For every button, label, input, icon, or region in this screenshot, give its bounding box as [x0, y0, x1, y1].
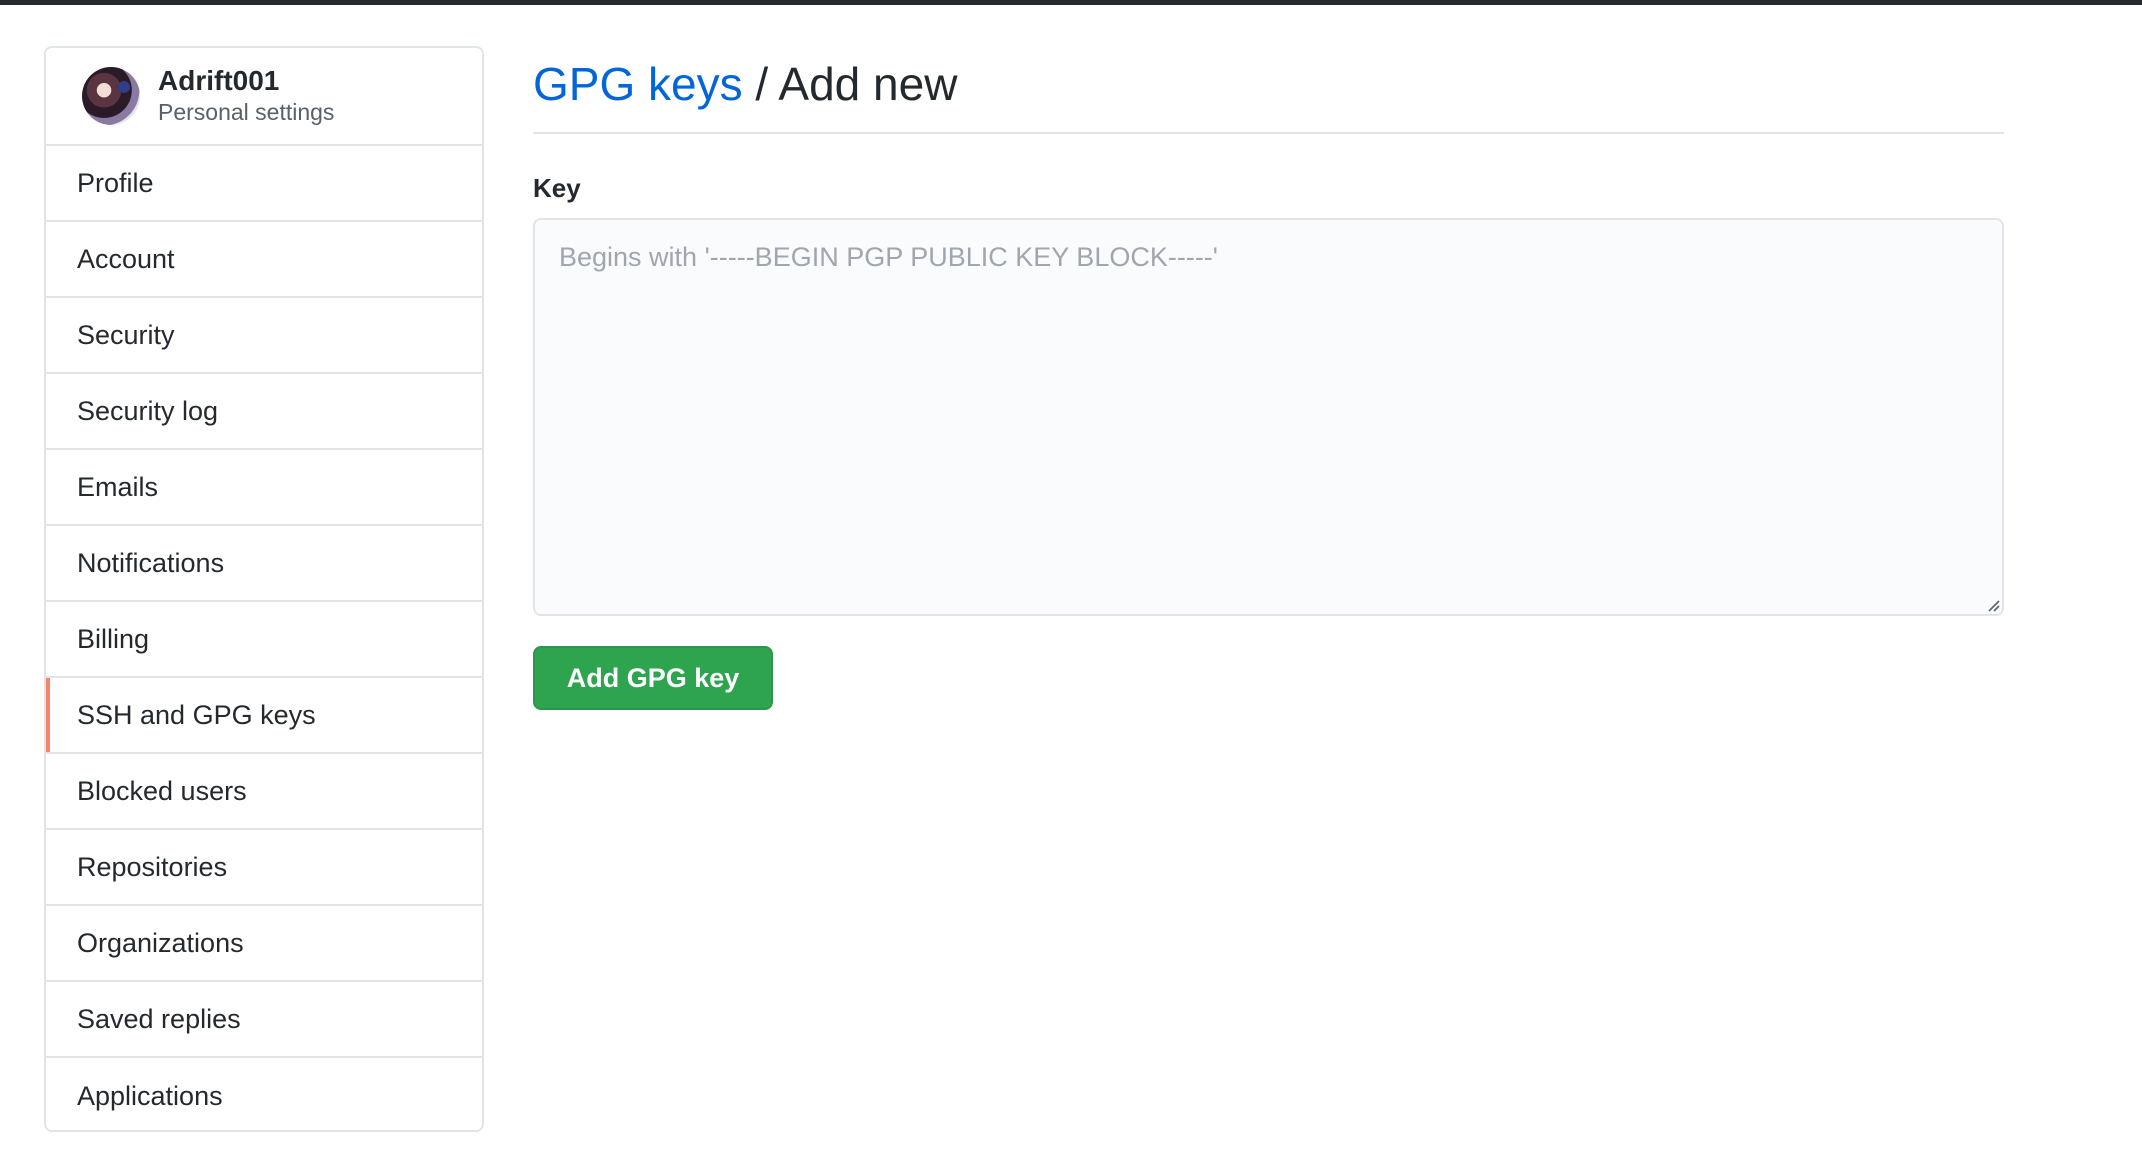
sidebar-user-header: Adrift001 Personal settings [46, 48, 482, 146]
sidebar-nav-list: Profile Account Security Security log Emails… [46, 146, 482, 1130]
sidebar-item-notifications[interactable]: Notifications [46, 526, 482, 602]
key-field-wrapper [533, 218, 2004, 616]
sidebar-item-emails[interactable]: Emails [46, 450, 482, 526]
breadcrumb-separator: / [742, 58, 779, 110]
resize-handle-icon[interactable] [1986, 598, 2000, 612]
user-info: Adrift001 Personal settings [158, 65, 334, 127]
sidebar-item-security[interactable]: Security [46, 298, 482, 374]
personal-settings-label: Personal settings [158, 99, 335, 125]
sidebar-item-organizations[interactable]: Organizations [46, 906, 482, 982]
sidebar-item-ssh-and-gpg-keys[interactable]: SSH and GPG keys [46, 678, 482, 754]
sidebar-item-repositories[interactable]: Repositories [46, 830, 482, 906]
sidebar-item-billing[interactable]: Billing [46, 602, 482, 678]
page-title: GPG keys / Add new [533, 46, 2004, 134]
username[interactable]: Adrift001 [158, 65, 334, 97]
main-content: GPG keys / Add new Key Add GPG key [533, 46, 2004, 710]
key-field-label: Key [533, 173, 581, 203]
sidebar-item-saved-replies[interactable]: Saved replies [46, 982, 482, 1058]
user-avatar[interactable] [82, 67, 140, 125]
top-header-bar [0, 0, 2142, 5]
key-textarea[interactable] [533, 218, 2004, 616]
sidebar-item-profile[interactable]: Profile [46, 146, 482, 222]
settings-sidebar: Adrift001 Personal settings Profile Accou… [44, 46, 484, 1132]
sidebar-item-blocked-users[interactable]: Blocked users [46, 754, 482, 830]
sidebar-item-applications[interactable]: Applications [46, 1058, 482, 1130]
page-title-text: Add new [778, 58, 958, 110]
add-gpg-key-button[interactable]: Add GPG key [533, 646, 773, 710]
sidebar-item-security-log[interactable]: Security log [46, 374, 482, 450]
sidebar-item-account[interactable]: Account [46, 222, 482, 298]
gpg-keys-breadcrumb-link[interactable]: GPG keys [533, 58, 743, 110]
